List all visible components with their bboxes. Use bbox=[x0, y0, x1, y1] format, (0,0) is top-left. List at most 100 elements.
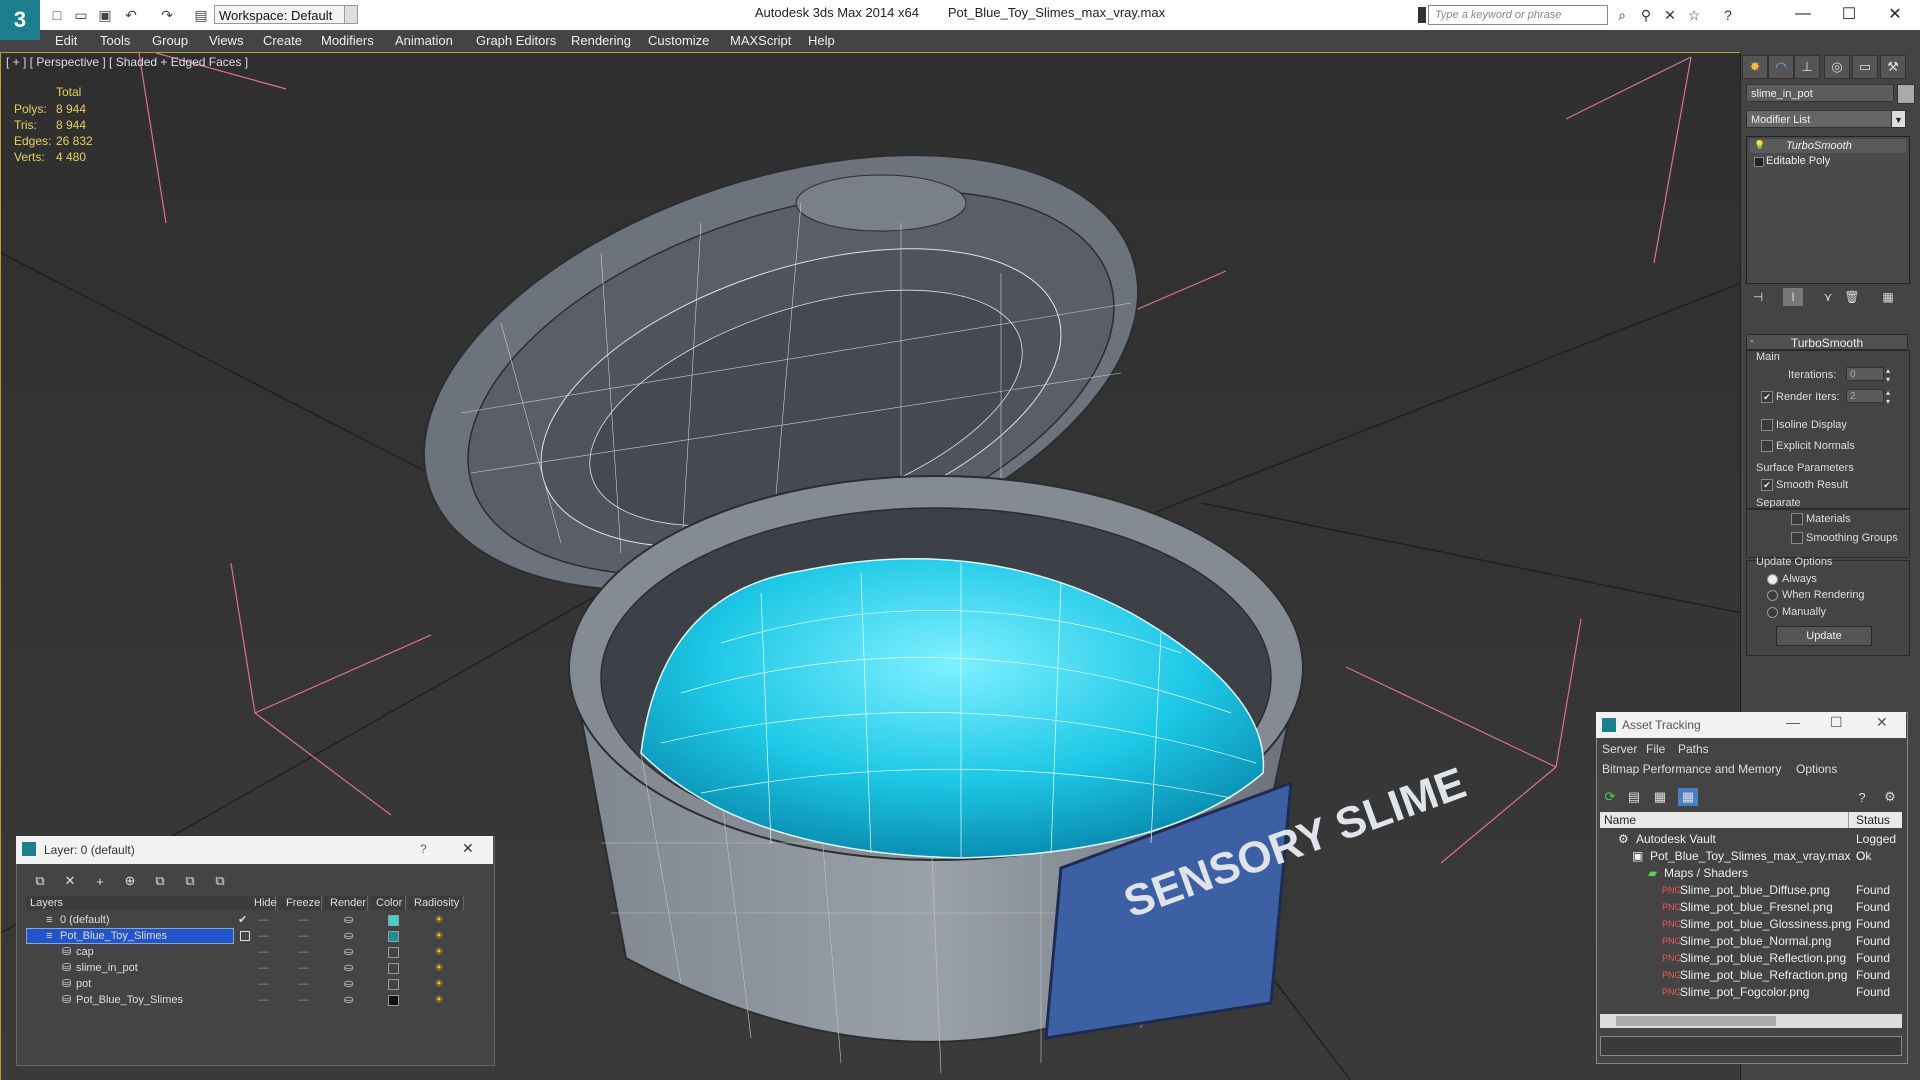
render-teapot-icon[interactable]: ⛀ bbox=[344, 928, 353, 944]
render-iters-spinner[interactable]: 2 bbox=[1846, 389, 1884, 403]
asset-row[interactable]: PNG Slime_pot_blue_Fresnel.png Found bbox=[1600, 899, 1902, 916]
utilities-tab-icon[interactable]: ⚒ bbox=[1880, 55, 1906, 79]
freeze-toggle[interactable]: — bbox=[298, 960, 309, 976]
delete-layer-icon[interactable]: ✕ bbox=[60, 872, 80, 890]
col-layers[interactable]: Layers bbox=[26, 896, 239, 910]
radiosity-icon[interactable]: ☀ bbox=[434, 960, 444, 976]
save-file-icon[interactable]: ▣ bbox=[96, 6, 114, 24]
asset-minimize-icon[interactable]: — bbox=[1786, 714, 1800, 730]
object-name-field[interactable]: slime_in_pot bbox=[1746, 84, 1894, 102]
iterations-spinner-arrows-icon[interactable]: ▴ ▾ bbox=[1886, 366, 1890, 384]
radiosity-icon[interactable]: ☀ bbox=[434, 992, 444, 1008]
menu-maxscript[interactable]: MAXScript bbox=[730, 31, 791, 51]
radiosity-icon[interactable]: ☀ bbox=[434, 912, 444, 928]
col-radiosity[interactable]: Radiosity bbox=[408, 896, 464, 910]
hide-toggle[interactable]: — bbox=[258, 992, 269, 1008]
layer-help-button[interactable]: ? bbox=[420, 842, 427, 856]
select-objects-icon[interactable]: ⊕ bbox=[120, 872, 140, 890]
layer-color-swatch[interactable] bbox=[388, 979, 399, 990]
current-layer-box[interactable] bbox=[240, 931, 250, 941]
layer-color-swatch[interactable] bbox=[388, 931, 399, 942]
communication-icon[interactable]: ✕ bbox=[1660, 5, 1680, 25]
freeze-toggle[interactable]: — bbox=[298, 976, 309, 992]
modifier-list-dropdown[interactable]: Modifier List bbox=[1746, 110, 1906, 128]
configure-modifier-sets-icon[interactable]: ▦ bbox=[1878, 288, 1898, 306]
menu-tools[interactable]: Tools bbox=[100, 31, 130, 51]
remove-modifier-icon[interactable]: 🗑 bbox=[1842, 288, 1862, 306]
render-teapot-icon[interactable]: ⛀ bbox=[344, 960, 353, 976]
asset-row[interactable]: PNG Slime_pot_blue_Glossiness.png Found bbox=[1600, 916, 1902, 933]
maximize-icon[interactable]: ☐ bbox=[1826, 0, 1872, 28]
object-color-swatch[interactable] bbox=[1897, 84, 1915, 104]
detail-view-icon[interactable]: ▦ bbox=[1650, 788, 1670, 806]
menu-edit[interactable]: Edit bbox=[55, 31, 77, 51]
menu-animation[interactable]: Animation bbox=[395, 31, 453, 51]
smooth-result-checkbox[interactable]: ✔ bbox=[1761, 479, 1773, 491]
col-freeze[interactable]: Freeze bbox=[278, 896, 322, 910]
make-unique-icon[interactable]: ⋎ bbox=[1818, 288, 1838, 306]
asset-row[interactable]: ⚙ Autodesk Vault Logged O bbox=[1600, 831, 1902, 863]
modifier-bulb-icon[interactable]: 💡 bbox=[1754, 140, 1765, 150]
hide-toggle[interactable]: — bbox=[258, 928, 269, 944]
hierarchy-tab-icon[interactable]: ⊥ bbox=[1794, 55, 1820, 79]
asset-row[interactable]: PNG Slime_pot_Fogcolor.png Found bbox=[1600, 984, 1902, 1001]
render-teapot-icon[interactable]: ⛀ bbox=[344, 976, 353, 992]
manually-radio[interactable] bbox=[1767, 607, 1778, 618]
expand-toggle-icon[interactable] bbox=[1754, 157, 1764, 167]
refresh-icon[interactable]: ⟳ bbox=[1600, 788, 1620, 806]
close-icon[interactable]: ✕ bbox=[1872, 0, 1918, 28]
highlight-layer-icon[interactable]: ⧉ bbox=[150, 872, 170, 890]
radiosity-icon[interactable]: ☀ bbox=[434, 944, 444, 960]
app-logo-icon[interactable]: 3 bbox=[0, 0, 40, 40]
layer-color-swatch[interactable] bbox=[388, 915, 399, 926]
table-view-icon[interactable]: ▦ bbox=[1678, 788, 1698, 806]
layer-row[interactable]: ⛁ slime_in_pot — — ⛀ ☀ bbox=[26, 960, 486, 976]
when-rendering-radio[interactable] bbox=[1767, 590, 1778, 601]
col-name[interactable]: Name bbox=[1604, 813, 1636, 827]
workspace-dropdown[interactable]: Workspace: Default bbox=[214, 5, 356, 24]
undo-icon[interactable]: ↶ bbox=[122, 6, 140, 24]
search-expand-icon[interactable] bbox=[1418, 7, 1426, 23]
hide-toggle[interactable]: — bbox=[258, 912, 269, 928]
menu-views[interactable]: Views bbox=[209, 31, 243, 51]
explicit-normals-checkbox[interactable] bbox=[1761, 440, 1773, 452]
create-tab-icon[interactable]: ✸ bbox=[1742, 55, 1768, 79]
stack-item-editable-poly[interactable]: Editable Poly bbox=[1750, 154, 1906, 168]
asset-menu-server[interactable]: Server bbox=[1602, 742, 1637, 756]
modify-tab-icon[interactable]: ◠ bbox=[1768, 55, 1794, 79]
asset-row[interactable]: PNG Slime_pot_blue_Normal.png Found bbox=[1600, 933, 1902, 950]
col-render[interactable]: Render bbox=[324, 896, 368, 910]
modifier-list-arrow-icon[interactable]: ▼ bbox=[1891, 110, 1906, 128]
render-iters-spinner-arrows-icon[interactable]: ▴ ▾ bbox=[1886, 388, 1890, 406]
rollout-collapse-icon[interactable]: - bbox=[1750, 335, 1754, 347]
render-teapot-icon[interactable]: ⛀ bbox=[344, 944, 353, 960]
update-button[interactable]: Update bbox=[1776, 626, 1872, 646]
open-file-icon[interactable]: ▭ bbox=[72, 6, 90, 24]
col-status[interactable]: Status bbox=[1856, 813, 1890, 827]
layer-color-swatch[interactable] bbox=[388, 963, 399, 974]
new-file-icon[interactable]: □ bbox=[48, 6, 66, 24]
search-input[interactable]: Type a keyword or phrase bbox=[1428, 5, 1608, 25]
hide-all-layers-icon[interactable]: ⧉ bbox=[180, 872, 200, 890]
layer-row[interactable]: ⛁ pot — — ⛀ ☀ bbox=[26, 976, 486, 992]
layer-row[interactable]: ⛁ cap — — ⛀ ☀ bbox=[26, 944, 486, 960]
freeze-toggle[interactable]: — bbox=[298, 944, 309, 960]
workspace-dropdown-arrow-icon[interactable]: ▼ bbox=[344, 5, 358, 24]
hide-toggle[interactable]: — bbox=[258, 960, 269, 976]
asset-row[interactable]: ▰ Maps / Shaders bbox=[1600, 865, 1902, 882]
asset-row[interactable]: ▣ Pot_Blue_Toy_Slimes_max_vray.max Ok bbox=[1600, 848, 1902, 865]
render-teapot-icon[interactable]: ⛀ bbox=[344, 912, 353, 928]
list-view-icon[interactable]: ▤ bbox=[1624, 788, 1644, 806]
isoline-display-checkbox[interactable] bbox=[1761, 419, 1773, 431]
asset-menu-options[interactable]: Options bbox=[1796, 762, 1837, 776]
stack-item-turbosmooth[interactable]: TurboSmooth bbox=[1750, 139, 1906, 153]
motion-tab-icon[interactable]: ◎ bbox=[1824, 55, 1850, 79]
asset-menu-file[interactable]: File bbox=[1646, 742, 1665, 756]
project-folder-icon[interactable]: ▤ bbox=[192, 6, 210, 24]
favorites-star-icon[interactable]: ☆ bbox=[1684, 5, 1704, 25]
asset-menu-paths[interactable]: Paths bbox=[1678, 742, 1709, 756]
layer-row[interactable]: ≡ Pot_Blue_Toy_Slimes — — ⛀ ☀ bbox=[26, 928, 486, 944]
asset-row[interactable]: PNG Slime_pot_blue_Reflection.png Found bbox=[1600, 950, 1902, 967]
show-end-result-icon[interactable]: I bbox=[1783, 288, 1803, 306]
menu-customize[interactable]: Customize bbox=[648, 31, 709, 51]
